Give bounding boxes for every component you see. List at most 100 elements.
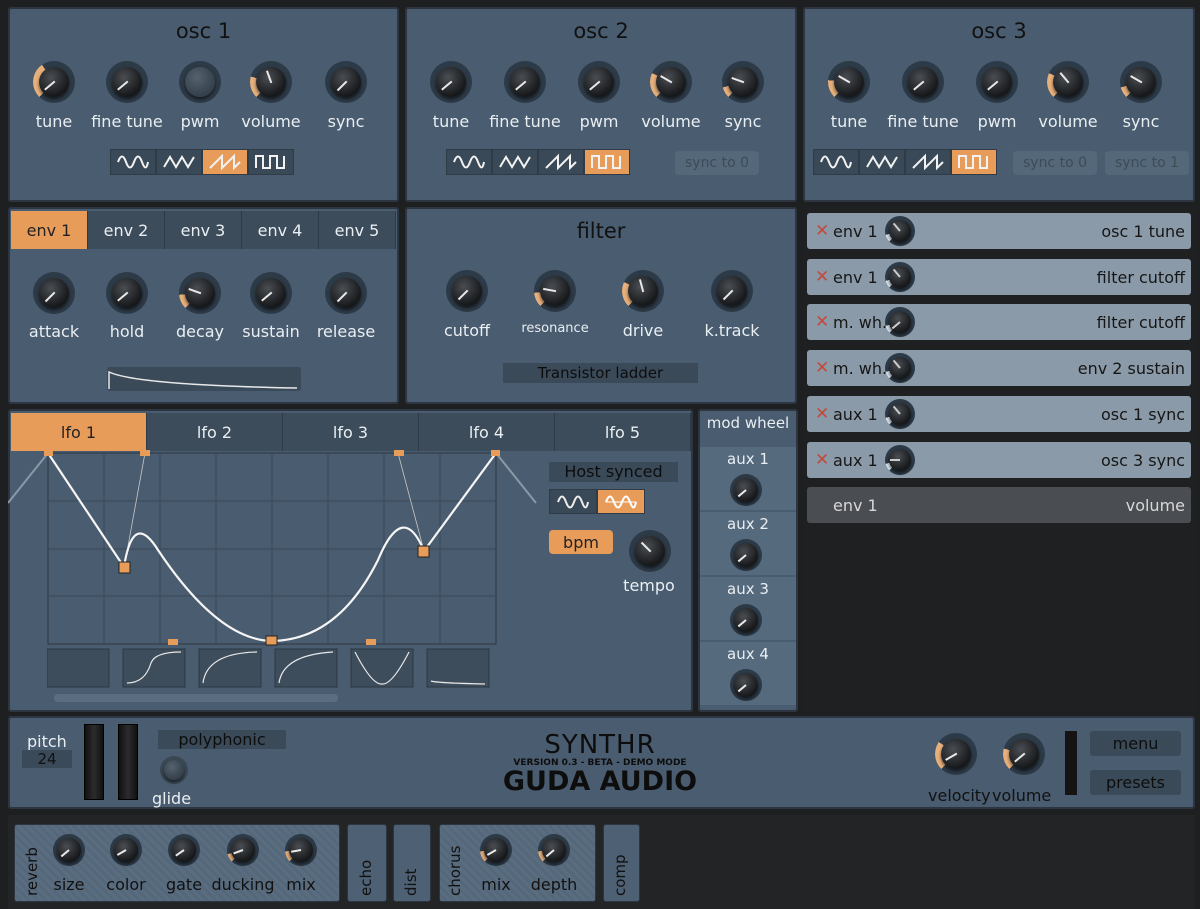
- remove-route-icon[interactable]: ✕: [815, 404, 829, 424]
- aux-2-knob[interactable]: [730, 539, 762, 571]
- tab-lfo-1[interactable]: lfo 1: [11, 413, 147, 451]
- velocity-knob[interactable]: [935, 733, 977, 775]
- filter-type-selector[interactable]: Transistor ladder: [503, 363, 698, 383]
- osc1-wave-0-button[interactable]: [110, 149, 156, 175]
- aux-4-knob[interactable]: [730, 669, 762, 701]
- reverb-size-knob[interactable]: [53, 834, 85, 866]
- mod-amount-knob[interactable]: [885, 261, 915, 292]
- filter-cutoff-knob[interactable]: [446, 270, 488, 312]
- mod-route-row[interactable]: ✕ m. wh. filter cutoff: [807, 304, 1191, 341]
- chorus-mix-knob[interactable]: [480, 834, 512, 866]
- echo-label[interactable]: echo: [357, 860, 375, 896]
- remove-route-icon[interactable]: ✕: [815, 221, 829, 241]
- osc1-tune-knob[interactable]: [33, 61, 75, 103]
- osc1-sync-knob[interactable]: [325, 61, 367, 103]
- osc1-volume-knob[interactable]: [250, 61, 292, 103]
- host-synced-toggle[interactable]: Host synced: [549, 462, 678, 482]
- remove-route-icon[interactable]: ✕: [815, 450, 829, 470]
- osc3-pwm-knob[interactable]: [976, 61, 1018, 103]
- env-decay-knob[interactable]: [179, 272, 221, 314]
- osc1-fine-tune-knob[interactable]: [106, 61, 148, 103]
- tab-env-4[interactable]: env 4: [242, 211, 319, 249]
- master-volume-knob[interactable]: [1003, 733, 1045, 775]
- mod-route-row[interactable]: ✕ env 1 filter cutoff: [807, 258, 1191, 295]
- tab-lfo-2[interactable]: lfo 2: [147, 413, 283, 451]
- reverb-ducking-knob[interactable]: [227, 834, 259, 866]
- osc1-pwm-knob[interactable]: [179, 61, 221, 103]
- tab-lfo-4[interactable]: lfo 4: [419, 413, 555, 451]
- osc1-wave-2-button[interactable]: [202, 149, 248, 175]
- osc1-wave-1-button[interactable]: [156, 149, 202, 175]
- osc3-wave-1-button[interactable]: [859, 149, 905, 175]
- osc2-wave-2-button[interactable]: [538, 149, 584, 175]
- env-attack-knob[interactable]: [33, 272, 75, 314]
- env-release-knob[interactable]: [325, 272, 367, 314]
- osc3-sync-to-0-button[interactable]: sync to 0: [1013, 151, 1097, 175]
- tab-env-1[interactable]: env 1: [11, 211, 88, 249]
- bpm-button[interactable]: bpm: [549, 530, 613, 554]
- pitch-value[interactable]: 24: [22, 750, 72, 768]
- osc3-fine-tune-knob[interactable]: [902, 61, 944, 103]
- osc3-wave-0-button[interactable]: [813, 149, 859, 175]
- env-sustain-knob[interactable]: [250, 272, 292, 314]
- lfo-tempo-knob[interactable]: [629, 530, 671, 572]
- filter-resonance-knob[interactable]: [534, 270, 576, 312]
- osc2-pwm-knob[interactable]: [578, 61, 620, 103]
- osc3-tune-knob[interactable]: [828, 61, 870, 103]
- menu-button[interactable]: menu: [1090, 731, 1181, 756]
- osc3-wave-3-button[interactable]: [951, 149, 997, 175]
- glide-knob[interactable]: [160, 756, 188, 784]
- mod-source-label: env 1: [833, 267, 878, 287]
- reverb-gate-knob[interactable]: [168, 834, 200, 866]
- tab-env-5[interactable]: env 5: [319, 211, 396, 249]
- osc2-wave-1-button[interactable]: [492, 149, 538, 175]
- osc2-fine-tune-knob[interactable]: [504, 61, 546, 103]
- voice-mode-selector[interactable]: polyphonic: [158, 730, 286, 749]
- env-hold-knob[interactable]: [106, 272, 148, 314]
- aux-1-knob[interactable]: [730, 474, 762, 506]
- mod-amount-knob[interactable]: [885, 307, 915, 338]
- osc2-sync-knob[interactable]: [722, 61, 764, 103]
- osc3-sync-knob[interactable]: [1120, 61, 1162, 103]
- osc2-tune-knob[interactable]: [430, 61, 472, 103]
- remove-route-icon[interactable]: ✕: [815, 267, 829, 287]
- mod-route-row[interactable]: ✕ env 1 osc 1 tune: [807, 213, 1191, 249]
- tab-env-2[interactable]: env 2: [88, 211, 165, 249]
- remove-route-icon[interactable]: ✕: [815, 358, 829, 378]
- reverb-color-knob[interactable]: [110, 834, 142, 866]
- lfo-free-mode-button[interactable]: [549, 489, 597, 514]
- osc2-wave-3-button[interactable]: [584, 149, 630, 175]
- mod-route-row[interactable]: ✕ aux 1 osc 1 sync: [807, 395, 1191, 432]
- mod-amount-knob[interactable]: [885, 398, 915, 429]
- lfo-scrollbar[interactable]: [54, 694, 338, 702]
- mod-amount-knob[interactable]: [885, 444, 915, 475]
- remove-route-icon[interactable]: ✕: [815, 312, 829, 332]
- tab-env-3[interactable]: env 3: [165, 211, 242, 249]
- filter-k-track-knob[interactable]: [711, 270, 753, 312]
- tab-lfo-5[interactable]: lfo 5: [555, 413, 691, 451]
- osc3-volume-knob[interactable]: [1047, 61, 1089, 103]
- mod-route-row[interactable]: env 1 volume: [807, 487, 1191, 524]
- osc2-wave-0-button[interactable]: [446, 149, 492, 175]
- osc1-wave-3-button[interactable]: [248, 149, 294, 175]
- aux-3-knob[interactable]: [730, 604, 762, 636]
- osc2-sync-to-0-button[interactable]: sync to 0: [675, 151, 759, 175]
- filter-drive-knob[interactable]: [622, 270, 664, 312]
- comp-label[interactable]: comp: [611, 854, 629, 896]
- lfo-shape-editor[interactable]: [8, 450, 538, 650]
- osc3-sync-to-1-button[interactable]: sync to 1: [1105, 151, 1189, 175]
- dist-label[interactable]: dist: [402, 869, 420, 896]
- mod-wheel[interactable]: [118, 724, 138, 800]
- lfo-synced-mode-button[interactable]: [597, 489, 645, 514]
- osc2-volume-knob[interactable]: [650, 61, 692, 103]
- mod-route-row[interactable]: ✕ aux 1 osc 3 sync: [807, 441, 1191, 478]
- mod-route-row[interactable]: ✕ m. wh. env 2 sustain: [807, 350, 1191, 387]
- presets-button[interactable]: presets: [1090, 770, 1181, 795]
- pitch-wheel[interactable]: [84, 724, 104, 800]
- mod-amount-knob[interactable]: [885, 216, 915, 246]
- chorus-depth-knob[interactable]: [538, 834, 570, 866]
- reverb-mix-knob[interactable]: [285, 834, 317, 866]
- mod-amount-knob[interactable]: [885, 353, 915, 384]
- osc3-wave-2-button[interactable]: [905, 149, 951, 175]
- tab-lfo-3[interactable]: lfo 3: [283, 413, 419, 451]
